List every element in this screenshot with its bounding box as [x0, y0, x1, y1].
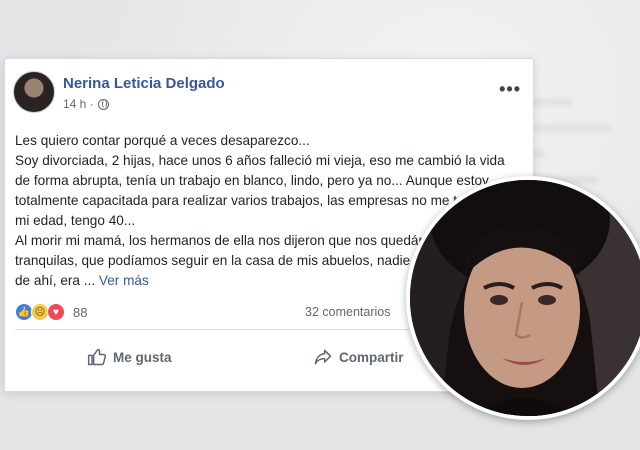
comments-count[interactable]: 32 comentarios — [305, 305, 390, 319]
portrait-photo — [406, 176, 640, 420]
like-button[interactable]: Me gusta — [87, 347, 172, 367]
post-meta: 14 h · — [63, 97, 109, 111]
share-button[interactable]: Compartir — [313, 347, 404, 367]
see-more-link[interactable]: Ver más — [99, 273, 149, 288]
globe-icon — [97, 98, 109, 110]
share-arrow-icon — [314, 349, 332, 365]
post-header: Nerina Leticia Delgado 14 h · ••• — [13, 69, 523, 117]
love-reaction-icon: ♥ — [47, 303, 65, 321]
thumbs-up-icon — [87, 348, 107, 366]
woman-portrait-image — [410, 180, 640, 416]
reaction-count: 88 — [73, 304, 88, 320]
author-avatar[interactable] — [13, 71, 55, 113]
author-name[interactable]: Nerina Leticia Delgado — [63, 75, 225, 92]
reactions-summary[interactable]: 👍 ☹ ♥ 88 — [15, 303, 87, 321]
post-time[interactable]: 14 h · — [63, 97, 94, 111]
share-label: Compartir — [339, 349, 404, 365]
more-options-icon[interactable]: ••• — [499, 79, 521, 100]
like-label: Me gusta — [113, 349, 172, 365]
post-paragraph: Les quiero contar porqué a veces desapar… — [15, 133, 310, 148]
